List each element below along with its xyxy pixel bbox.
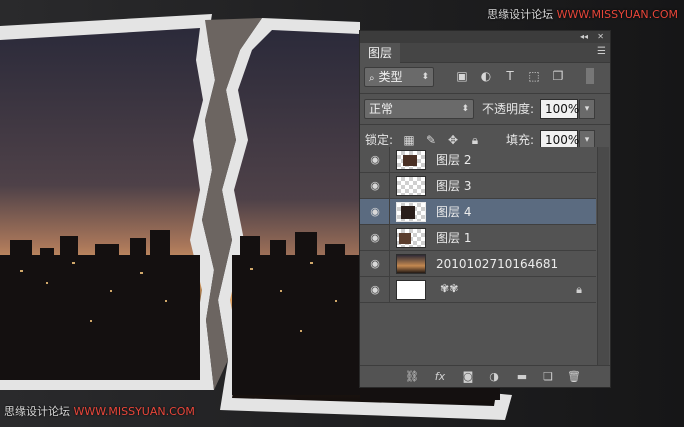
layer-thumbnail — [396, 280, 426, 300]
layer-row-selected[interactable]: ◉ 图层 4 — [360, 199, 596, 225]
layers-panel: ◂◂ ✕ 图层 ☰ ⌕ 类型 ⬍ ▣ ◐ T ⬚ ❐ 正常 ⬍ 不透明度: 10… — [359, 30, 611, 388]
filter-type-label: 类型 — [378, 70, 403, 84]
blend-row: 正常 ⬍ 不透明度: 100% ▾ — [360, 94, 610, 124]
blend-mode-dropdown[interactable]: 正常 ⬍ — [364, 99, 474, 119]
blend-mode-value: 正常 — [369, 102, 394, 116]
watermark-top: 思缘设计论坛 WWW.MISSYUAN.COM — [487, 6, 678, 22]
panel-tab-bar: 图层 ☰ — [360, 43, 610, 63]
layer-name: 图层 1 — [436, 231, 472, 245]
layers-list: ◉ 图层 2 ◉ 图层 3 ◉ 图层 4 ◉ 图层 1 ◉ 2010102710… — [360, 147, 596, 303]
layer-name: 图层 3 — [436, 179, 472, 193]
watermark-top-url: WWW.MISSYUAN.COM — [556, 8, 678, 21]
filter-row: ⌕ 类型 ⬍ ▣ ◐ T ⬚ ❐ — [360, 63, 610, 93]
layer-thumbnail — [396, 228, 426, 248]
layer-row[interactable]: ◉ 图层 1 — [360, 225, 596, 251]
search-icon: ⌕ — [369, 73, 375, 84]
filter-pixel-icon[interactable]: ▣ — [455, 69, 469, 83]
add-mask-icon[interactable]: ◙ — [460, 369, 476, 385]
updown-arrow-icon: ⬍ — [461, 104, 469, 114]
layers-scrollbar[interactable] — [597, 147, 609, 365]
eye-icon[interactable]: ◉ — [369, 180, 381, 192]
layer-thumbnail — [396, 254, 426, 274]
layer-effects-icon[interactable]: ✾✾ — [440, 282, 458, 295]
delete-layer-icon[interactable]: 🗑︎ — [566, 369, 582, 385]
layer-name: 图层 2 — [436, 153, 472, 167]
tab-layers[interactable]: 图层 — [360, 43, 401, 63]
opacity-label: 不透明度: — [482, 102, 535, 116]
lock-all-icon[interactable]: 🔒︎ — [468, 133, 482, 147]
eye-icon[interactable]: ◉ — [369, 284, 381, 296]
eye-icon[interactable]: ◉ — [369, 206, 381, 218]
layer-name: 2010102710164681 — [436, 257, 559, 271]
lock-icon: 🔒︎ — [576, 283, 582, 296]
link-layers-icon[interactable]: ⛓ — [404, 369, 420, 385]
opacity-input[interactable]: 100% — [540, 99, 579, 119]
collapse-icon[interactable]: ◂◂ — [580, 31, 588, 43]
lock-position-icon[interactable]: ✥ — [446, 133, 460, 147]
close-icon[interactable]: ✕ — [597, 31, 604, 43]
filter-type-dropdown[interactable]: ⌕ 类型 ⬍ — [364, 67, 434, 87]
layer-thumbnail — [396, 176, 426, 196]
watermark-bottom-url: WWW.MISSYUAN.COM — [73, 405, 195, 418]
layer-thumbnail — [396, 202, 426, 222]
layer-row[interactable]: ◉ ✾✾ 🔒︎ — [360, 277, 596, 303]
panel-menu-icon[interactable]: ☰ — [597, 46, 606, 57]
lock-image-icon[interactable]: ✎ — [424, 133, 438, 147]
layer-name: 图层 4 — [436, 205, 472, 219]
filter-toggle[interactable] — [586, 68, 594, 84]
layer-thumbnail — [396, 150, 426, 170]
watermark-bottom: 思缘设计论坛 WWW.MISSYUAN.COM — [4, 403, 195, 419]
updown-arrow-icon: ⬍ — [421, 72, 429, 82]
filter-shape-icon[interactable]: ⬚ — [527, 69, 541, 83]
watermark-top-label: 思缘设计论坛 — [487, 8, 554, 21]
eye-icon[interactable]: ◉ — [369, 232, 381, 244]
new-group-icon[interactable]: ▬ — [514, 369, 530, 385]
panel-title-bar[interactable]: ◂◂ ✕ — [360, 31, 610, 43]
watermark-bottom-label: 思缘设计论坛 — [4, 405, 70, 418]
filter-adjustment-icon[interactable]: ◐ — [479, 69, 493, 83]
new-layer-icon[interactable]: ❏ — [540, 369, 556, 385]
adjustment-layer-icon[interactable]: ◑ — [486, 369, 502, 385]
layer-row[interactable]: ◉ 图层 2 — [360, 147, 596, 173]
eye-icon[interactable]: ◉ — [369, 154, 381, 166]
filter-type-icon[interactable]: T — [503, 69, 517, 83]
fx-icon[interactable]: fx — [432, 369, 448, 385]
layer-row[interactable]: ◉ 2010102710164681 — [360, 251, 596, 277]
lock-transparent-icon[interactable]: ▦ — [402, 133, 416, 147]
panel-bottom-toolbar: ⛓ fx ◙ ◑ ▬ ❏ 🗑︎ — [360, 365, 610, 387]
eye-icon[interactable]: ◉ — [369, 258, 381, 270]
filter-smart-object-icon[interactable]: ❐ — [551, 69, 565, 83]
layer-row[interactable]: ◉ 图层 3 — [360, 173, 596, 199]
opacity-dropdown-arrow[interactable]: ▾ — [579, 99, 595, 119]
